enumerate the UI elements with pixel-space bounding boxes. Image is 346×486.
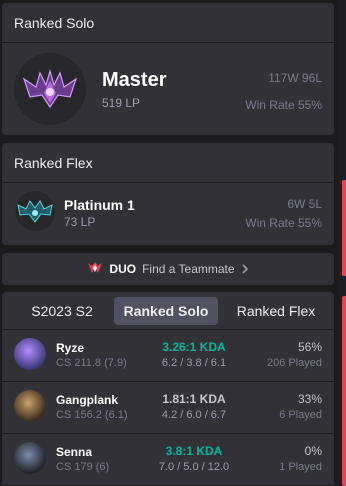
duo-text: Find a Teammate — [142, 262, 235, 276]
solo-tier: Master — [102, 69, 167, 91]
tab-ranked-solo[interactable]: Ranked Solo — [114, 296, 218, 325]
flex-tier: Platinum 1 — [64, 197, 135, 213]
champion-win-rate: 0% — [304, 444, 322, 458]
platinum-emblem-icon — [15, 191, 55, 231]
champion-avatar — [14, 338, 46, 370]
chevron-right-icon — [241, 262, 249, 277]
side-accent-bar — [342, 296, 346, 486]
champion-list: Ryze CS 211.8 (7.9) 3.26:1 KDA 6.2 / 3.8… — [2, 330, 334, 486]
champion-row[interactable]: Gangplank CS 156.2 (6.1) 1.81:1 KDA 4.2 … — [2, 382, 334, 434]
flex-win-rate: Win Rate 55% — [245, 216, 322, 230]
champion-avatar — [14, 390, 46, 422]
find-teammate-button[interactable]: DUO Find a Teammate — [2, 253, 334, 285]
champion-kda: 3.8:1 KDA — [165, 444, 223, 458]
flex-record: 6W 5L — [287, 197, 322, 211]
side-accent-bar — [342, 180, 346, 276]
champion-name: Senna — [56, 445, 93, 459]
champion-kda-detail: 7.0 / 5.0 / 12.0 — [158, 461, 230, 473]
champion-kda-detail: 6.2 / 3.8 / 6.1 — [161, 357, 227, 369]
champion-win-rate: 33% — [297, 392, 322, 406]
flex-lp: 73 LP — [64, 215, 96, 229]
ranked-flex-header: Ranked Flex — [2, 143, 334, 183]
ranked-solo-card: Ranked Solo Master 519 LP 117W 96L Win R… — [2, 3, 334, 135]
champion-played: 6 Played — [279, 409, 322, 421]
tab-ranked-flex[interactable]: Ranked Flex — [222, 297, 330, 325]
solo-record: 117W 96L — [268, 71, 322, 85]
solo-lp: 519 LP — [102, 96, 141, 110]
champion-cs: CS 179 (6) — [56, 461, 110, 473]
tab-season[interactable]: S2023 S2 — [10, 297, 114, 325]
champion-win-rate: 56% — [297, 340, 322, 354]
champion-played: 1 Played — [279, 461, 322, 473]
ranked-flex-card: Ranked Flex Platinum 1 73 LP 6W 5L Win R… — [2, 143, 334, 245]
champion-cs: CS 156.2 (6.1) — [56, 409, 128, 421]
ranked-solo-header: Ranked Solo — [2, 3, 334, 43]
solo-win-rate: Win Rate 55% — [245, 98, 322, 112]
champion-name: Gangplank — [56, 393, 119, 407]
champion-kda: 3.26:1 KDA — [162, 340, 226, 354]
season-queue-tabs: S2023 S2 Ranked Solo Ranked Flex — [2, 292, 334, 330]
duo-logo-icon — [87, 261, 103, 278]
champion-avatar — [14, 442, 46, 474]
champion-stats-card: S2023 S2 Ranked Solo Ranked Flex Ryze CS… — [2, 292, 334, 486]
champion-kda-detail: 4.2 / 6.0 / 6.7 — [161, 409, 227, 421]
champion-row[interactable]: Senna CS 179 (6) 3.8:1 KDA 7.0 / 5.0 / 1… — [2, 434, 334, 486]
duo-label: DUO — [109, 262, 137, 276]
champion-name: Ryze — [56, 341, 85, 355]
master-emblem-icon — [14, 53, 86, 125]
champion-played: 206 Played — [266, 357, 322, 369]
champion-cs: CS 211.8 (7.9) — [56, 357, 127, 369]
champion-row[interactable]: Ryze CS 211.8 (7.9) 3.26:1 KDA 6.2 / 3.8… — [2, 330, 334, 382]
champion-kda: 1.81:1 KDA — [162, 392, 226, 406]
